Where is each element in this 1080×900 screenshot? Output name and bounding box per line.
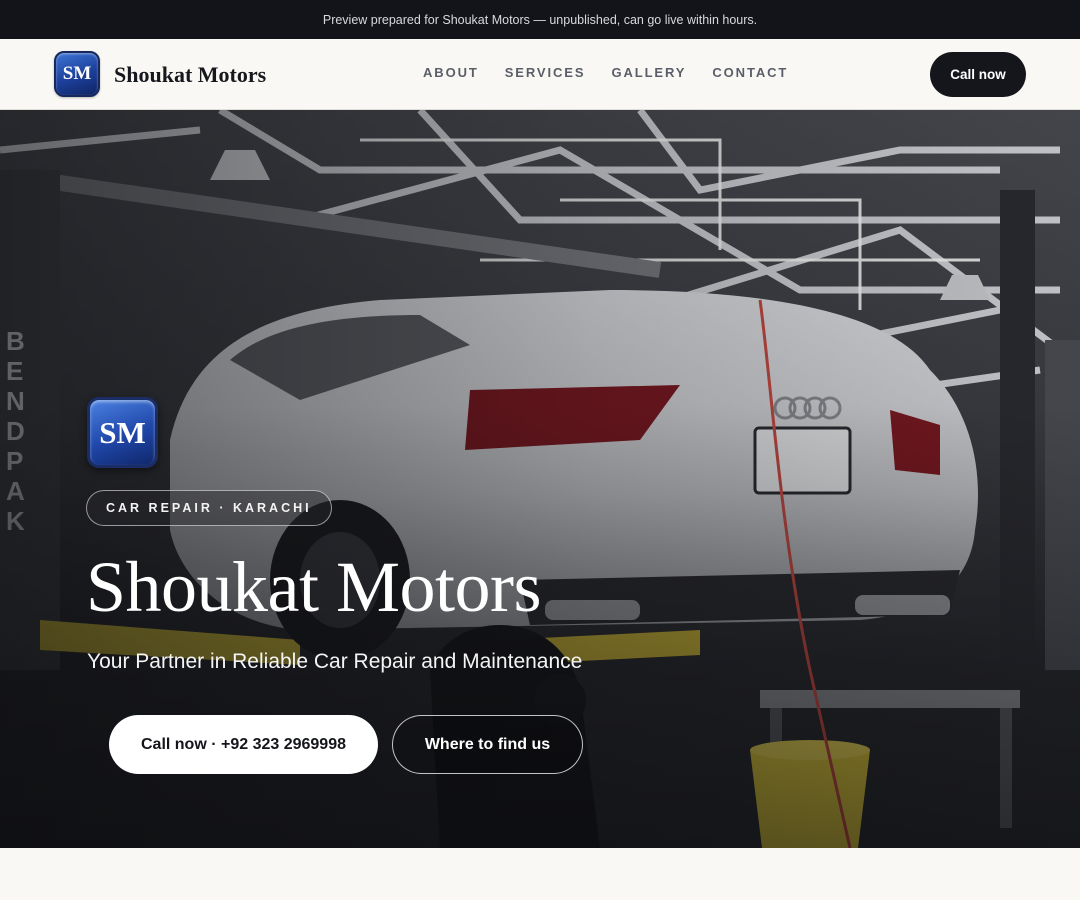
hero-logo-text: SM xyxy=(99,414,146,450)
nav-link-about[interactable]: ABOUT xyxy=(423,65,479,80)
hero-logo-icon: SM xyxy=(87,397,158,468)
top-navigation: SM Shoukat Motors ABOUT SERVICES GALLERY… xyxy=(0,39,1080,110)
call-now-button[interactable]: Call now xyxy=(930,52,1026,97)
find-us-button[interactable]: Where to find us xyxy=(392,715,583,774)
brand-name[interactable]: Shoukat Motors xyxy=(114,62,266,88)
preview-banner: Preview prepared for Shoukat Motors — un… xyxy=(0,0,1080,39)
preview-banner-text: Preview prepared for Shoukat Motors — un… xyxy=(322,12,758,27)
logo-icon[interactable]: SM xyxy=(54,51,100,97)
nav-link-contact[interactable]: CONTACT xyxy=(712,65,788,80)
call-phone-button[interactable]: Call now · +92 323 2969998 xyxy=(109,715,378,774)
hero-subtitle: Your Partner in Reliable Car Repair and … xyxy=(87,650,583,673)
hero-tag-text: CAR REPAIR · KARACHI xyxy=(106,501,312,515)
nav-link-gallery[interactable]: GALLERY xyxy=(611,65,686,80)
hero-title: Shoukat Motors xyxy=(86,547,542,627)
next-section-start xyxy=(0,848,1080,900)
nav-link-services[interactable]: SERVICES xyxy=(505,65,586,80)
hero-section: BEN DPAK xyxy=(0,110,1080,848)
hero-tag-badge: CAR REPAIR · KARACHI xyxy=(86,490,332,526)
logo-text: SM xyxy=(62,63,92,84)
nav-links: ABOUT SERVICES GALLERY CONTACT xyxy=(423,65,788,80)
